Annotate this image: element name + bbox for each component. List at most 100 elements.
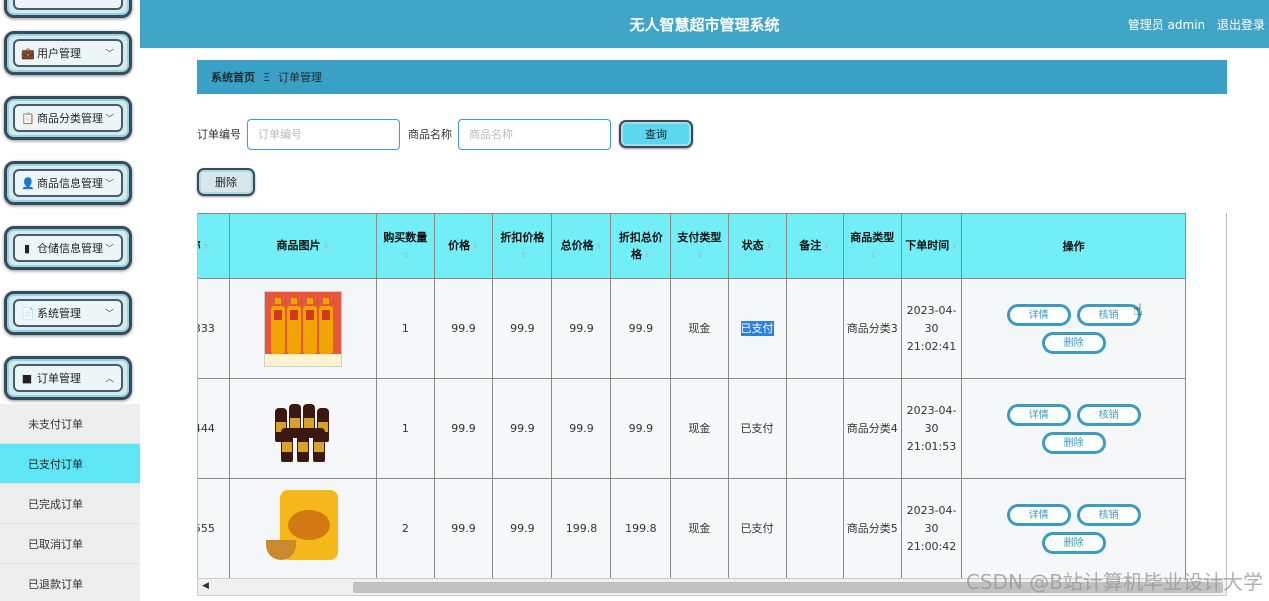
detail-button[interactable]: 详情 (1006, 503, 1071, 526)
sidebar-subitem-0[interactable]: 未支付订单 (0, 404, 140, 444)
column-header[interactable]: 价格 ⇕ (433, 213, 494, 279)
cell-time: 2023-04-30 21:02:41 (900, 278, 963, 379)
batch-delete-button[interactable]: 删除 (197, 168, 255, 196)
sort-icon[interactable]: ⇕ (644, 247, 651, 264)
cell-note (785, 478, 844, 578)
cell-value: 99.9 (510, 521, 535, 535)
column-header[interactable]: 名称⇕ (198, 213, 230, 279)
order-no-label: 订单编号 (197, 128, 241, 141)
column-header[interactable]: 下单时间 ⇕ (900, 213, 963, 279)
column-header[interactable]: 商品类型 ⇕ (842, 213, 902, 279)
sort-icon[interactable]: ⇕ (403, 247, 410, 264)
cell-pay-type: 现金 (670, 478, 729, 578)
sidebar-subitem-2[interactable]: 已完成订单 (0, 484, 140, 524)
cell-category: 商品分类3 (842, 278, 902, 379)
sidebar-menu-5[interactable]: ■ 订单管理 ︿ (4, 356, 132, 400)
cell-image (228, 278, 377, 379)
cell-discount-price: 99.9 (492, 478, 553, 578)
column-header-label: 价格 (448, 239, 471, 252)
app-title: 无人智慧超市管理系统 (629, 16, 780, 34)
column-header[interactable]: 购买数量 ⇕ (375, 213, 435, 279)
sort-icon[interactable]: ⇕ (766, 238, 773, 255)
detail-button[interactable]: 详情 (1006, 303, 1071, 326)
sort-icon[interactable]: ⇕ (870, 247, 877, 264)
logout-link[interactable]: 退出登录 (1217, 18, 1265, 32)
sort-icon[interactable]: ⇕ (596, 238, 603, 255)
cell-value: 2023-04-30 21:01:53 (906, 403, 957, 453)
sort-icon[interactable]: ⇕ (203, 238, 210, 255)
cell-value: 99.9 (510, 321, 535, 335)
sidebar-menu-1[interactable]: 📋 商品分类管理 ﹀ (4, 96, 132, 140)
clipboard-icon: 📋 (21, 111, 35, 125)
cell-price: 99.9 (433, 478, 494, 578)
sidebar-menu-label: 商品分类管理 (37, 112, 103, 125)
column-header[interactable]: 操作 (961, 213, 1186, 279)
order-no-input[interactable] (247, 118, 400, 150)
column-header[interactable]: 折扣价格 ⇕ (492, 213, 553, 279)
cell-discount-price: 99.9 (492, 278, 553, 379)
sidebar-subitem-4[interactable]: 已退款订单 (0, 564, 140, 601)
column-header[interactable]: 状态 ⇕ (727, 213, 787, 279)
column-header[interactable]: 备注 ⇕ (785, 213, 844, 279)
scroll-left-arrow-icon[interactable]: ◀ (202, 581, 209, 591)
cell-actions: 详情 核销删除 (961, 278, 1186, 379)
sidebar-menu-0[interactable]: 💼 用户管理 ﹀ (4, 31, 132, 75)
verify-button[interactable]: 核销 (1076, 403, 1141, 426)
chevron-down-icon: ﹀ (104, 114, 114, 125)
sort-icon[interactable]: ⇕ (520, 247, 527, 264)
sidebar-menu-label: 订单管理 (37, 372, 81, 385)
cell-value: 444444 (198, 421, 215, 435)
column-header[interactable]: 折扣总价格 ⇕ (610, 213, 672, 279)
cell-value: 555555 (198, 521, 215, 535)
column-header[interactable]: 支付类型 ⇕ (670, 213, 729, 279)
table-header-row: 名称⇕商品图片⇕购买数量⇕价格⇕折扣价格⇕总价格⇕折扣总价格⇕支付类型⇕状态⇕备… (198, 213, 1186, 279)
cell-value: 99.9 (510, 421, 535, 435)
cell-value: 99.9 (451, 421, 476, 435)
watermark: CSDN @B站计算机毕业设计大学 (965, 570, 1263, 594)
column-header-label: 名称 (198, 239, 201, 252)
cell-total: 99.9 (551, 278, 612, 379)
sidebar-menu-2[interactable]: 👤 商品信息管理 ﹀ (4, 161, 132, 205)
soy-image (273, 394, 333, 464)
cell-value: 99.9 (451, 321, 476, 335)
column-header[interactable]: 总价格 ⇕ (551, 213, 612, 279)
column-header[interactable]: 商品图片 ⇕ (228, 213, 377, 279)
sort-icon[interactable]: ⇕ (823, 238, 830, 255)
sidebar-menu-label: 商品信息管理 (37, 177, 103, 190)
verify-button[interactable]: 核销 (1076, 303, 1141, 326)
sidebar: 💼 用户管理 ﹀ 📋 商品分类管理 ﹀ 👤 商品信息管理 ﹀ ▮ 仓储信息管理 ﹀ 📄 系统管理 ﹀ ■ 订单管… (0, 0, 140, 601)
search-bar: 订单编号 商品名称 查询 (197, 118, 693, 150)
list-icon: 📄 (21, 306, 35, 320)
column-header-label: 状态 (741, 239, 764, 252)
cell-value: 2 (401, 521, 409, 535)
cell-price: 99.9 (433, 378, 494, 479)
sidebar-menu-3[interactable]: ▮ 仓储信息管理 ﹀ (4, 226, 132, 270)
delete-button[interactable]: 删除 (1041, 531, 1106, 554)
sort-icon[interactable]: ⇕ (472, 238, 479, 255)
cell-status: 已支付 (727, 278, 787, 379)
sidebar-subitem-3[interactable]: 已取消订单 (0, 524, 140, 564)
sidebar-menu-4[interactable]: 📄 系统管理 ﹀ (4, 291, 132, 335)
sidebar-subitem-1[interactable]: 已支付订单 (0, 444, 140, 484)
sort-icon[interactable]: ⇕ (322, 238, 329, 255)
query-button[interactable]: 查询 (619, 120, 693, 148)
sort-icon[interactable]: ⇕ (697, 247, 704, 264)
cell-qty: 1 (375, 278, 435, 379)
cell-status: 已支付 (727, 478, 787, 578)
product-name-input[interactable] (458, 118, 611, 150)
cell-value: 99.9 (451, 521, 476, 535)
breadcrumb-separator-icon: Ξ (263, 70, 270, 84)
delete-button[interactable]: 删除 (1041, 431, 1106, 454)
sort-icon[interactable]: ⇕ (951, 238, 958, 255)
cell-discount-total: 199.8 (610, 478, 672, 578)
chevron-down-icon: ﹀ (104, 244, 114, 255)
cell-time: 2023-04-30 21:01:53 (900, 378, 963, 479)
detail-button[interactable]: 详情 (1006, 403, 1071, 426)
verify-button[interactable]: 核销 (1076, 503, 1141, 526)
sidebar-menu-label: 系统管理 (37, 307, 81, 320)
cell-value: 商品分类5 (846, 521, 898, 535)
cell-name: 444444 (198, 378, 230, 479)
delete-button[interactable]: 删除 (1041, 331, 1106, 354)
sidebar-menu-top-partial[interactable] (4, 0, 132, 18)
breadcrumb-home[interactable]: 系统首页 (211, 69, 255, 85)
